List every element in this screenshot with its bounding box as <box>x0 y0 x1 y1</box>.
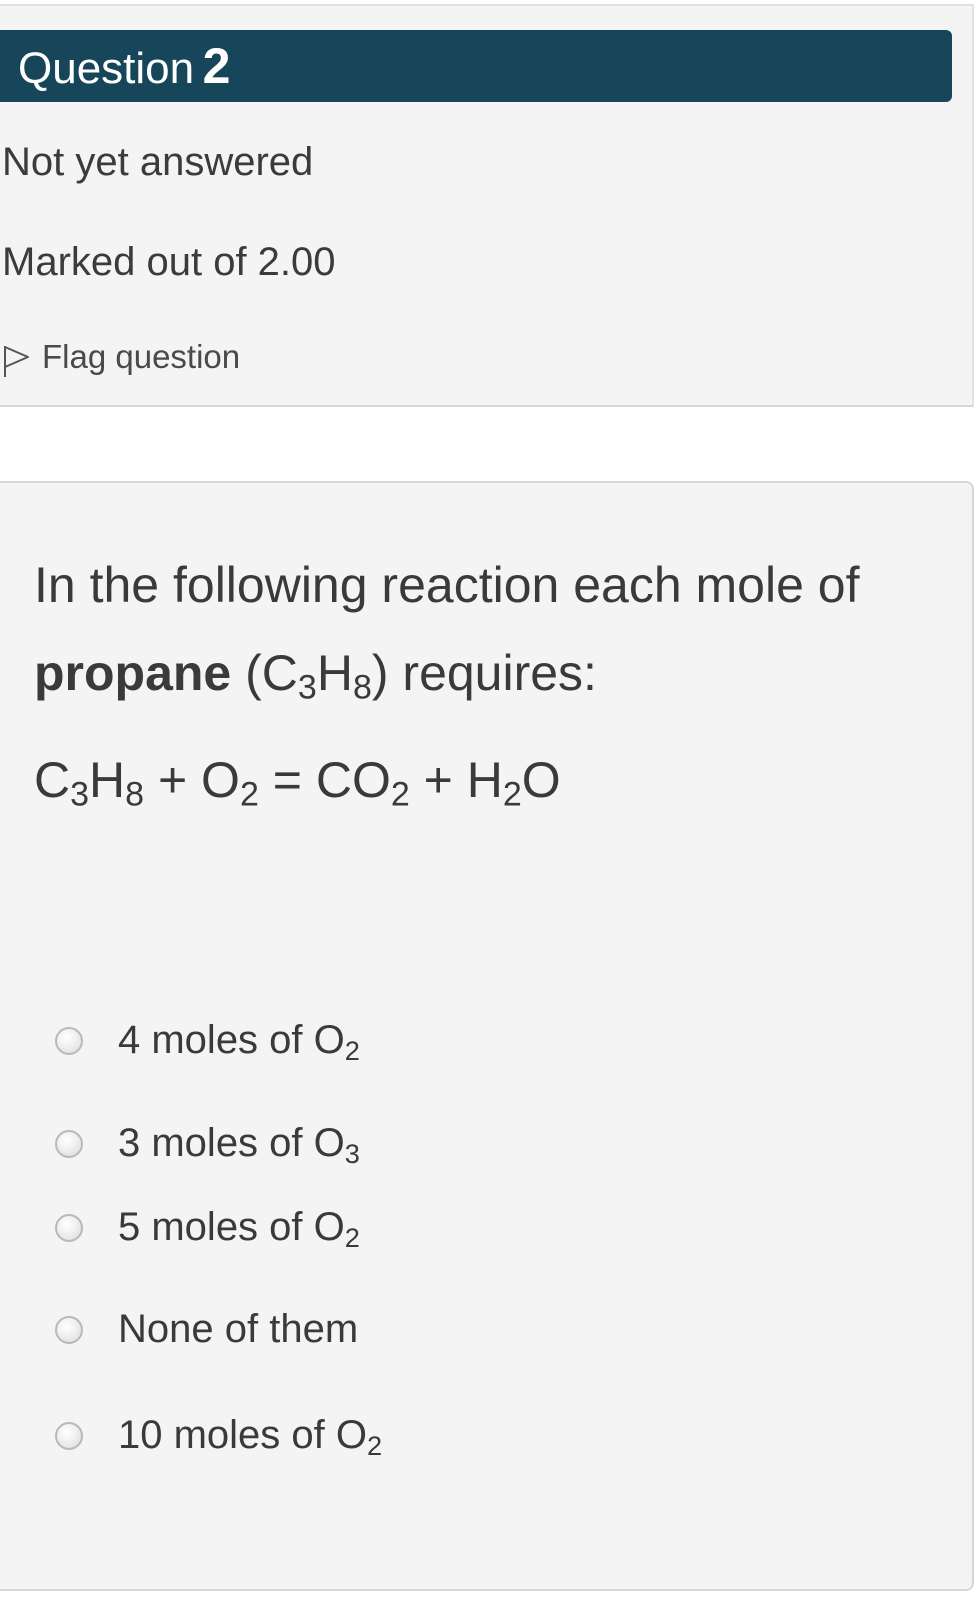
radio-button[interactable] <box>55 1213 83 1242</box>
radio-button[interactable] <box>55 1129 83 1158</box>
answer-option-1[interactable]: 4 moles of O2 <box>55 1018 360 1066</box>
answer-option-5[interactable]: 10 moles of O2 <box>55 1413 383 1461</box>
question-formula: (C3H8) requires: <box>245 645 597 707</box>
answer-option-2[interactable]: 3 moles of O3 <box>55 1121 360 1169</box>
question-label: Question <box>18 44 195 93</box>
question-text: In the following reaction each mole of p… <box>34 541 954 717</box>
question-state: Not yet answered <box>2 140 314 184</box>
answer-option-label: None of them <box>118 1307 359 1351</box>
flag-question-link[interactable]: Flag question <box>2 336 240 378</box>
question-grade: Marked out of 2.00 <box>2 240 336 284</box>
question-number-header: Question 2 <box>0 30 952 102</box>
radio-button[interactable] <box>55 1026 83 1055</box>
answer-option-label: 4 moles of O2 <box>118 1018 360 1066</box>
answer-option-4[interactable]: None of them <box>55 1307 358 1352</box>
radio-button[interactable] <box>55 1315 83 1344</box>
flag-icon <box>4 346 29 377</box>
flag-question-label: Flag question <box>42 338 241 375</box>
question-number: 2 <box>202 38 231 94</box>
question-info-panel: Question 2 Not yet answered Marked out o… <box>0 4 974 407</box>
answer-option-3[interactable]: 5 moles of O2 <box>55 1205 360 1253</box>
question-intro: In the following reaction each mole of <box>34 557 860 613</box>
reaction-equation: C3H8 + O2 = CO2 + H2O <box>34 752 561 814</box>
radio-button[interactable] <box>55 1421 83 1450</box>
answer-option-label: 3 moles of O3 <box>118 1121 360 1169</box>
question-bold-word: propane <box>34 645 232 701</box>
question-content-panel: In the following reaction each mole of p… <box>0 481 974 1591</box>
answer-option-label: 5 moles of O2 <box>118 1205 360 1253</box>
answer-option-label: 10 moles of O2 <box>118 1413 383 1461</box>
